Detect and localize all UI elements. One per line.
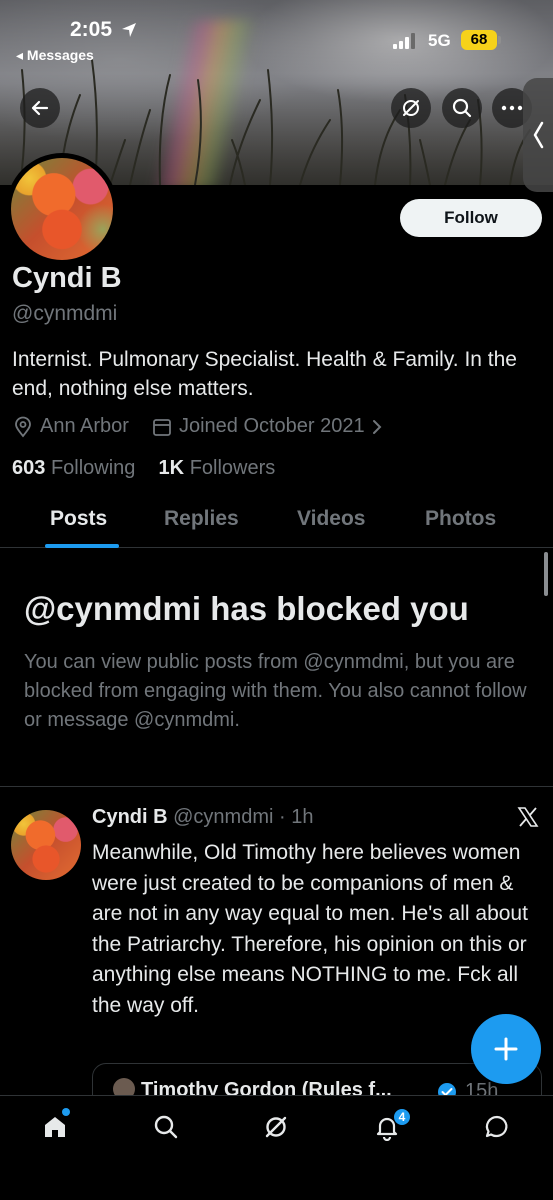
- back-to-app-link[interactable]: ◂ Messages: [16, 47, 94, 64]
- tab-posts[interactable]: Posts: [50, 507, 107, 531]
- network-type: 5G: [428, 31, 451, 50]
- location-arrow-icon: [120, 21, 138, 44]
- bottom-nav: 4: [0, 1095, 553, 1200]
- profile-bio: Internist. Pulmonary Specialist. Health …: [12, 348, 517, 400]
- divider: [0, 786, 553, 787]
- profile-stats: 603 Following 1K Followers: [12, 457, 275, 480]
- home-icon: [45, 1117, 65, 1137]
- home-notification-dot: [62, 1108, 70, 1116]
- nav-search[interactable]: [151, 1112, 181, 1142]
- following-count: 603: [12, 457, 46, 479]
- signal-icon: [393, 33, 419, 54]
- tab-replies[interactable]: Replies: [164, 507, 239, 531]
- scrollbar[interactable]: [544, 552, 548, 596]
- post-author[interactable]: Cyndi B: [92, 806, 168, 828]
- search-button[interactable]: [442, 88, 482, 128]
- chevron-left-icon: [533, 121, 544, 149]
- blocked-title: @cynmdmi has blocked you: [24, 590, 469, 627]
- grok-icon: [403, 100, 419, 116]
- nav-home[interactable]: [40, 1112, 70, 1142]
- post-handle-time: @cynmdmi · 1h: [173, 806, 314, 828]
- notifications-badge: 4: [393, 1108, 411, 1126]
- status-bar: 2:05 ◂ Messages 5G 68: [0, 0, 553, 70]
- post-avatar[interactable]: [11, 810, 81, 880]
- grok-icon: [265, 1116, 287, 1138]
- location-pin-icon: [12, 416, 34, 438]
- following-link[interactable]: 603 Following: [12, 457, 135, 479]
- chevron-right-icon[interactable]: [371, 418, 383, 436]
- calendar-icon: [151, 416, 173, 438]
- arrow-left-icon: [31, 100, 49, 116]
- back-button[interactable]: [20, 88, 60, 128]
- message-bubble-icon: [485, 1115, 508, 1138]
- profile-joined[interactable]: Joined October 2021: [179, 415, 365, 438]
- side-panel-handle[interactable]: [523, 78, 553, 192]
- tab-videos[interactable]: Videos: [297, 507, 365, 531]
- x-logo-icon: [517, 806, 539, 833]
- profile-location: Ann Arbor: [40, 415, 129, 437]
- search-icon: [154, 1115, 178, 1139]
- following-label: Following: [50, 457, 136, 479]
- profile-handle: @cynmdmi: [12, 302, 118, 325]
- profile-avatar[interactable]: [6, 153, 118, 265]
- tab-photos[interactable]: Photos: [425, 507, 496, 531]
- nav-grok[interactable]: [261, 1112, 291, 1142]
- compose-button[interactable]: [471, 1014, 541, 1084]
- blocked-description: You can view public posts from @cynmdmi,…: [24, 651, 527, 731]
- profile-tabs: Posts Replies Videos Photos: [0, 500, 553, 548]
- battery-indicator: 68: [461, 30, 497, 50]
- battery-tip: [498, 36, 501, 44]
- more-dots-icon: [501, 105, 523, 111]
- profile-meta: Ann Arbor Joined October 2021: [12, 415, 389, 438]
- followers-count: 1K: [158, 457, 185, 479]
- nav-messages[interactable]: [482, 1112, 512, 1142]
- plus-icon: [494, 1037, 518, 1061]
- follow-button[interactable]: Follow: [400, 199, 542, 237]
- grok-button[interactable]: [391, 88, 431, 128]
- post-text: Meanwhile, Old Timothy here believes wom…: [92, 841, 528, 1017]
- profile-name: Cyndi B: [12, 262, 122, 294]
- followers-link[interactable]: 1K Followers: [159, 457, 276, 479]
- avatar-image: [11, 158, 113, 260]
- search-icon: [452, 98, 472, 118]
- post-header: Cyndi B @cynmdmi · 1h: [92, 806, 313, 829]
- status-time: 2:05: [70, 18, 113, 41]
- active-tab-indicator: [45, 544, 119, 548]
- followers-label: Followers: [189, 457, 276, 479]
